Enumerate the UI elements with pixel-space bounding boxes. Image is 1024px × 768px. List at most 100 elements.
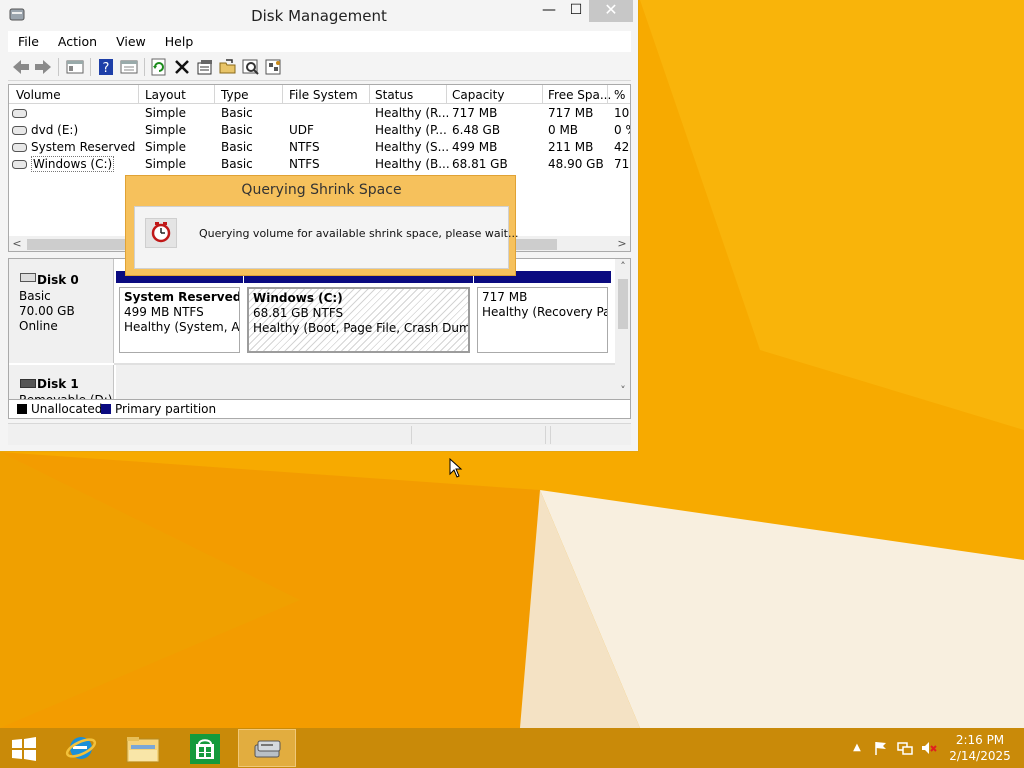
volume-row[interactable]: Windows (C:) Simple Basic NTFS Healthy (…	[9, 156, 630, 173]
volume-capacity: 717 MB	[452, 106, 498, 120]
disk0-label[interactable]: Disk 0 Basic 70.00 GB Online	[9, 259, 114, 363]
partition-recovery[interactable]: 717 MB Healthy (Recovery Parti	[474, 271, 611, 357]
volume-row[interactable]: dvd (E:) Simple Basic UDF Healthy (P... …	[9, 122, 630, 139]
clock-icon	[145, 218, 177, 248]
volume-layout: Simple	[145, 140, 186, 154]
column-header-percent-free[interactable]: % F	[614, 88, 630, 102]
volume-row[interactable]: System Reserved Simple Basic NTFS Health…	[9, 139, 630, 156]
column-header-free-space[interactable]: Free Spa...	[548, 88, 611, 102]
column-divider[interactable]	[446, 85, 447, 104]
clock-time[interactable]: 2:16 PM	[940, 733, 1020, 747]
partition-box-selected: Windows (C:) 68.81 GB NTFS Healthy (Boot…	[247, 287, 470, 353]
column-divider[interactable]	[282, 85, 283, 104]
menu-view[interactable]: View	[106, 31, 155, 49]
column-divider[interactable]	[138, 85, 139, 104]
column-header-layout[interactable]: Layout	[145, 88, 186, 102]
column-divider[interactable]	[214, 85, 215, 104]
partition-system-reserved[interactable]: System Reserved 499 MB NTFS Healthy (Sys…	[116, 271, 243, 357]
volume-type: Basic	[221, 140, 253, 154]
disk0-state: Online	[19, 319, 58, 333]
help-icon[interactable]: ?	[96, 57, 116, 77]
volume-layout: Simple	[145, 157, 186, 171]
partition-box: System Reserved 499 MB NTFS Healthy (Sys…	[119, 287, 240, 353]
svg-text:?: ?	[103, 61, 110, 76]
back-icon[interactable]	[11, 57, 31, 77]
menu-help[interactable]: Help	[155, 31, 203, 49]
volume-layout: Simple	[145, 106, 186, 120]
properties-icon[interactable]	[195, 57, 215, 77]
console-tree-icon[interactable]	[65, 57, 85, 77]
network-icon[interactable]	[897, 740, 913, 756]
volume-capacity: 499 MB	[452, 140, 498, 154]
settings-icon[interactable]	[264, 57, 284, 77]
menu-bar: File Action View Help	[8, 31, 631, 52]
column-header-file-system[interactable]: File System	[289, 88, 358, 102]
disk-map: Disk 0 Basic 70.00 GB Online System Rese…	[8, 258, 631, 400]
taskbar-disk-management[interactable]	[238, 729, 296, 767]
delete-icon[interactable]	[172, 57, 192, 77]
forward-icon[interactable]	[33, 57, 53, 77]
partition-windows-c[interactable]: Windows (C:) 68.81 GB NTFS Healthy (Boot…	[244, 271, 473, 357]
volume-percent-free: 0 %	[614, 123, 630, 137]
scroll-down-icon[interactable]: ˅	[615, 383, 630, 399]
find-icon[interactable]	[241, 57, 261, 77]
start-button[interactable]	[0, 729, 48, 767]
drive-icon	[12, 109, 27, 118]
volume-muted-icon[interactable]	[921, 740, 937, 756]
column-divider[interactable]	[542, 85, 543, 104]
title-bar[interactable]: Disk Management — ☐ ✕	[0, 0, 638, 31]
volume-row[interactable]: Simple Basic Healthy (R... 717 MB 717 MB…	[9, 105, 630, 122]
volume-capacity: 6.48 GB	[452, 123, 501, 137]
legend-primary: Primary partition	[115, 402, 217, 416]
close-button[interactable]: ✕	[589, 0, 633, 22]
menu-file[interactable]: File	[8, 31, 48, 49]
disk0-partitions: System Reserved 499 MB NTFS Healthy (Sys…	[116, 271, 611, 357]
column-divider[interactable]	[607, 85, 608, 104]
menu-action[interactable]: Action	[48, 31, 106, 49]
disk1-name: Disk 1	[37, 377, 79, 391]
action-center-flag-icon[interactable]	[873, 740, 889, 756]
show-hidden-icons-icon[interactable]: ▲	[849, 740, 865, 756]
properties-view-icon[interactable]	[119, 57, 139, 77]
volume-percent-free: 71	[614, 157, 630, 171]
disk1-label[interactable]: Disk 1 Removable (D:)	[9, 365, 114, 400]
status-divider	[411, 426, 412, 444]
volume-free-space: 48.90 GB	[548, 157, 604, 171]
column-header-volume[interactable]: Volume	[16, 88, 61, 102]
disk1-type: Removable (D:)	[19, 393, 113, 400]
legend-swatch-unallocated	[17, 404, 27, 414]
scroll-right-icon[interactable]: >	[614, 236, 630, 251]
column-header-capacity[interactable]: Capacity	[452, 88, 504, 102]
partition-status: Healthy (Recovery Parti	[482, 305, 607, 319]
column-header-type[interactable]: Type	[221, 88, 249, 102]
legend: Unallocated Primary partition	[8, 400, 631, 419]
drive-icon	[12, 126, 27, 135]
scroll-up-icon[interactable]: ˄	[615, 259, 630, 275]
disk-management-icon	[254, 740, 281, 758]
volume-file-system: UDF	[289, 123, 314, 137]
dialog-message: Querying volume for available shrink spa…	[199, 227, 519, 240]
taskbar-internet-explorer[interactable]	[52, 729, 110, 767]
taskbar: ▲ 2:16 PM 2/14/2025	[0, 728, 1024, 768]
volume-free-space: 211 MB	[548, 140, 594, 154]
column-header-status[interactable]: Status	[375, 88, 413, 102]
volume-status: Healthy (P...	[375, 123, 447, 137]
refresh-icon[interactable]	[149, 57, 169, 77]
volume-free-space: 0 MB	[548, 123, 579, 137]
minimize-button[interactable]: —	[535, 0, 563, 22]
vertical-scrollbar[interactable]: ˄ ˅	[615, 259, 630, 399]
volume-type: Basic	[221, 106, 253, 120]
taskbar-file-explorer[interactable]	[114, 729, 172, 767]
clock-date[interactable]: 2/14/2025	[940, 749, 1020, 763]
toolbar: ?	[8, 53, 631, 81]
volume-status: Healthy (B...	[375, 157, 450, 171]
volume-status: Healthy (R...	[375, 106, 450, 120]
maximize-button[interactable]: ☐	[562, 0, 590, 22]
status-bar	[8, 423, 631, 445]
drive-icon	[12, 160, 27, 169]
taskbar-store[interactable]	[176, 729, 234, 767]
scroll-left-icon[interactable]: <	[9, 236, 25, 251]
column-divider[interactable]	[369, 85, 370, 104]
scrollbar-thumb[interactable]	[618, 279, 628, 329]
open-icon[interactable]	[218, 57, 238, 77]
